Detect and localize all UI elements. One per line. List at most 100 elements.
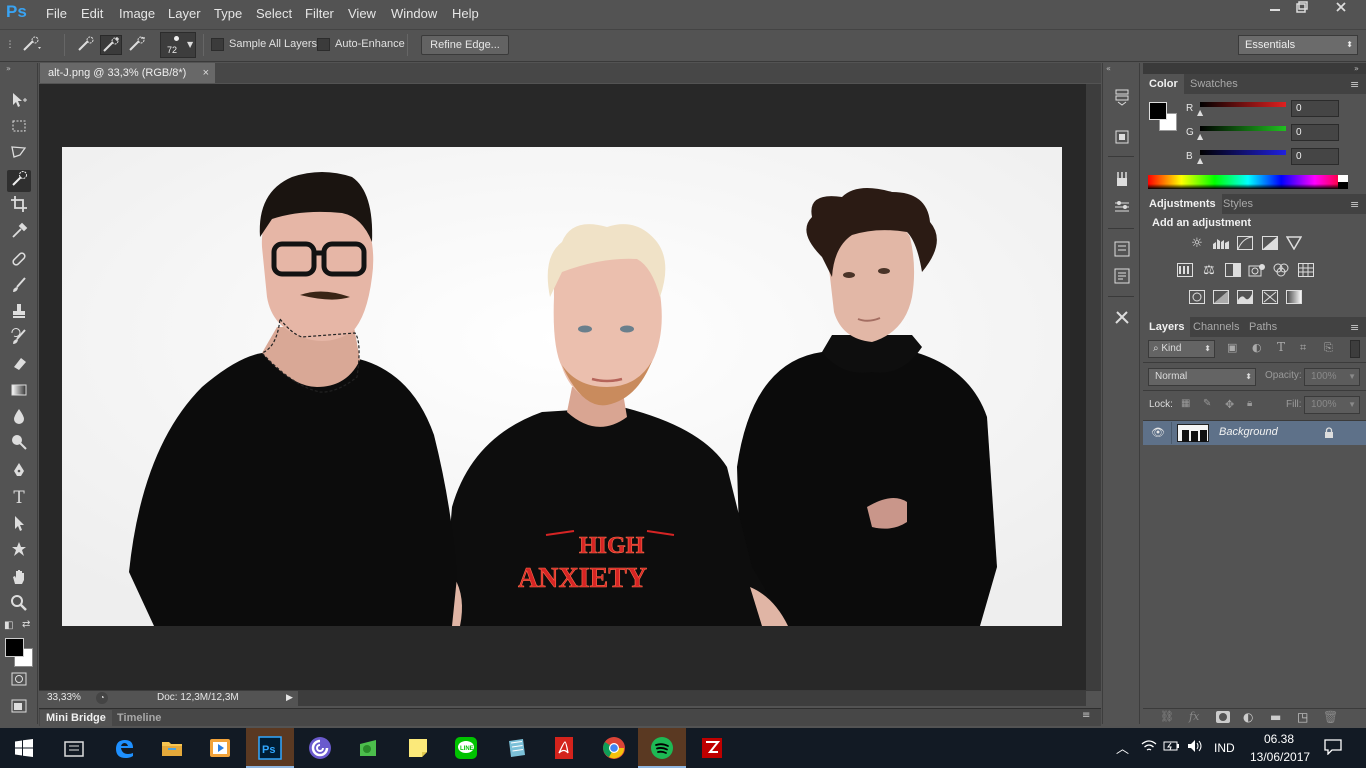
menu-window[interactable]: Window [391,6,437,21]
android-app-icon[interactable] [344,728,392,768]
brush-presets-icon[interactable] [1112,170,1132,190]
trash-icon[interactable]: 🗑︎ [1323,710,1339,724]
brush-tool-icon[interactable] [7,276,31,298]
mask-icon[interactable] [1216,711,1230,723]
screen-mode-icon[interactable] [7,697,31,719]
dodge-tool-icon[interactable] [7,433,31,455]
blue-value-input[interactable]: 0 [1291,148,1339,165]
paragraph-panel-icon[interactable] [1112,267,1132,287]
hue-saturation-icon[interactable] [1176,263,1194,279]
history-panel-icon[interactable] [1112,88,1132,108]
color-panel-menu-icon[interactable]: ≡ [1350,78,1364,92]
posterize-icon[interactable] [1212,290,1230,306]
clock-time[interactable]: 06.38 [1264,732,1294,746]
tab-swatches[interactable]: Swatches [1184,74,1244,94]
edge-icon[interactable] [100,728,148,768]
layers-panel-menu-icon[interactable]: ≡ [1350,321,1364,335]
menu-image[interactable]: Image [119,6,155,21]
network-icon[interactable] [1141,739,1157,756]
eyedropper-tool-icon[interactable] [7,222,31,244]
collapse-toolbar-icon[interactable]: » [6,64,11,73]
invert-icon[interactable] [1188,290,1206,306]
adjustment-layer-icon[interactable]: ◐ [1243,710,1259,724]
language-indicator[interactable]: IND [1214,741,1235,755]
adjustments-panel-menu-icon[interactable]: ≡ [1350,198,1364,212]
blend-mode-select[interactable]: Normal ⬍ [1148,368,1256,386]
zoom-level[interactable]: 33,33% [47,692,81,703]
refine-edge-button[interactable]: Refine Edge... [421,35,509,55]
color-lookup-icon[interactable] [1297,263,1315,279]
crop-tool-icon[interactable] [7,195,31,217]
subtract-from-selection-icon[interactable] [126,35,148,55]
healing-brush-tool-icon[interactable] [7,250,31,272]
action-center-icon[interactable] [1324,739,1342,758]
filter-shape-icon[interactable]: ⌗ [1300,341,1316,357]
color-foreground-swatch[interactable] [1149,102,1167,120]
tab-mini-bridge[interactable]: Mini Bridge [40,710,112,726]
pen-tool-icon[interactable] [7,461,31,483]
line-icon[interactable]: LINE [442,728,490,768]
status-info-icon[interactable]: ◔ [96,692,108,704]
vibrance-icon[interactable] [1285,236,1303,252]
marquee-tool-icon[interactable] [7,117,31,139]
foreground-color-swatch[interactable] [5,638,24,657]
threshold-icon[interactable] [1236,290,1254,306]
eye-icon[interactable]: 👁︎ [1151,426,1167,440]
new-selection-icon[interactable] [75,35,97,55]
move-tool-icon[interactable] [7,91,31,113]
lock-image-icon[interactable]: ✎ [1203,398,1217,412]
layer-name[interactable]: Background [1219,426,1278,438]
lock-transparent-icon[interactable]: ▦ [1181,398,1195,412]
custom-shape-tool-icon[interactable] [7,540,31,562]
status-menu-arrow-icon[interactable]: ▶ [286,692,293,703]
zoom-tool-icon[interactable] [7,594,31,616]
clone-stamp-tool-icon[interactable] [7,302,31,324]
menu-file[interactable]: File [46,6,67,21]
slider-handle-icon[interactable]: ▲ [1197,156,1203,165]
tab-paths[interactable]: Paths [1243,317,1283,337]
layer-row[interactable]: 👁︎ Background [1143,421,1366,445]
horizontal-scrollbar[interactable] [298,691,1086,706]
menu-edit[interactable]: Edit [81,6,103,21]
battery-icon[interactable] [1163,740,1181,755]
collapse-panels-icon[interactable]: » [1354,64,1359,73]
tab-adjustments[interactable]: Adjustments [1143,194,1222,214]
restore-icon[interactable] [1285,0,1319,20]
filter-type-icon[interactable]: T [1277,340,1293,356]
path-selection-tool-icon[interactable] [7,514,31,536]
close-icon[interactable] [1320,0,1362,20]
photoshop-taskbar-icon[interactable]: Ps [246,728,294,768]
filezilla-icon[interactable] [688,728,736,768]
tool-presets-icon[interactable] [1112,308,1132,328]
auto-enhance-checkbox[interactable] [317,38,330,51]
black-white-icon[interactable] [1224,263,1242,279]
sample-all-layers-checkbox[interactable] [211,38,224,51]
tab-color[interactable]: Color [1143,74,1184,94]
fill-input[interactable]: 100% ▼ [1304,396,1360,414]
filter-toggle[interactable] [1350,340,1360,358]
menu-type[interactable]: Type [214,6,242,21]
document-tab[interactable]: alt-J.png @ 33,3% (RGB/8*) × [40,63,215,83]
folder-icon[interactable] [148,728,196,768]
link-icon[interactable]: ⛓︎ [1160,710,1176,724]
media-player-icon[interactable] [196,728,244,768]
lock-position-icon[interactable]: ✥ [1225,398,1239,412]
selective-color-icon[interactable] [1261,290,1279,306]
start-button[interactable] [0,728,48,768]
menu-view[interactable]: View [348,6,376,21]
hand-tool-icon[interactable] [7,568,31,590]
color-balance-icon[interactable]: ⚖ [1200,263,1218,279]
chrome-icon[interactable] [590,728,638,768]
swap-colors-icon[interactable]: ⇄ [22,619,30,630]
fx-icon[interactable]: fx [1189,710,1205,724]
default-colors-icon[interactable]: ◧ [4,620,13,631]
bittorrent-icon[interactable] [296,728,344,768]
menu-filter[interactable]: Filter [305,6,334,21]
eraser-tool-icon[interactable] [7,354,31,376]
gradient-tool-icon[interactable] [7,381,31,403]
photo-filter-icon[interactable] [1248,263,1266,279]
history-brush-tool-icon[interactable] [7,328,31,350]
red-value-input[interactable]: 0 [1291,100,1339,117]
filter-pixel-icon[interactable]: ▣ [1227,341,1243,357]
add-to-selection-icon[interactable] [100,35,122,55]
